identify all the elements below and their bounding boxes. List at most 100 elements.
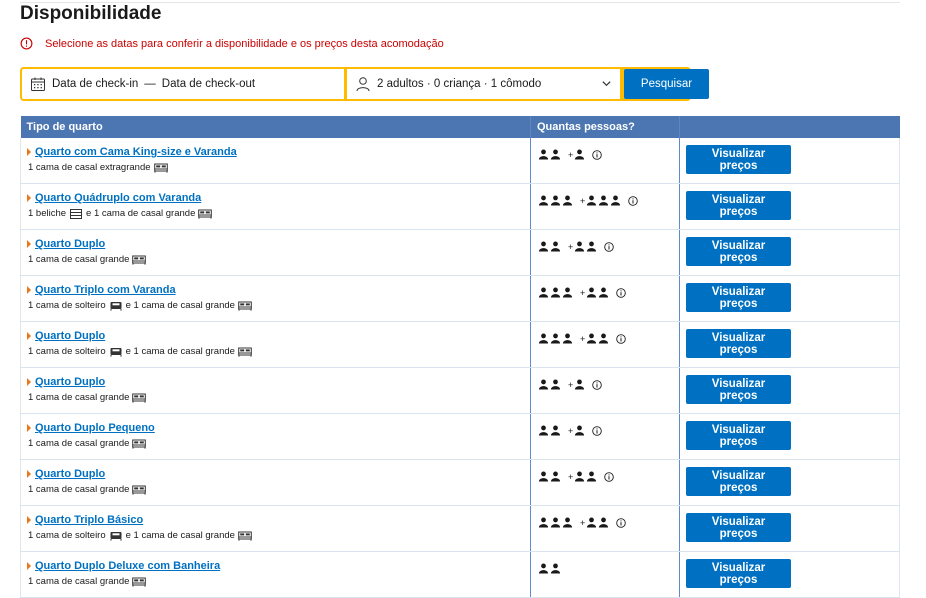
info-icon[interactable] bbox=[604, 471, 615, 482]
bed-description: 1 cama de casal extragrande bbox=[28, 162, 151, 173]
occupancy-cell: + bbox=[530, 505, 680, 552]
room-type-cell: Quarto Triplo com Varanda 1 cama de solte… bbox=[20, 275, 531, 322]
person-icon bbox=[550, 241, 561, 252]
alert-text: Selecione as datas para conferir a dispo… bbox=[45, 37, 444, 50]
action-cell: Visualizar preços bbox=[679, 551, 900, 598]
table-row: Quarto Triplo Básico 1 cama de solteiro e … bbox=[20, 505, 900, 552]
info-icon[interactable] bbox=[616, 517, 627, 528]
table-row: Quarto Triplo com Varanda 1 cama de solte… bbox=[20, 275, 900, 322]
person-icon bbox=[538, 241, 549, 252]
arrow-right-icon bbox=[27, 424, 31, 432]
action-cell: Visualizar preços bbox=[679, 321, 900, 368]
bed-description: 1 cama de casal grande bbox=[28, 254, 130, 265]
search-button[interactable]: Pesquisar bbox=[624, 69, 709, 99]
view-prices-button[interactable]: Visualizar preços bbox=[686, 513, 791, 542]
occupancy-cell: + bbox=[530, 459, 680, 506]
occupancy-cell: + bbox=[530, 138, 680, 184]
info-icon[interactable] bbox=[628, 195, 639, 206]
info-icon[interactable] bbox=[592, 425, 603, 436]
person-icon bbox=[562, 333, 573, 344]
checkout-field[interactable]: Data de check-out bbox=[162, 78, 255, 90]
occupancy: + bbox=[538, 517, 679, 528]
room-link[interactable]: Quarto Duplo Pequeno bbox=[35, 422, 155, 434]
view-prices-button[interactable]: Visualizar preços bbox=[686, 421, 791, 450]
room-link[interactable]: Quarto Duplo bbox=[35, 376, 105, 388]
bed-info: 1 cama de solteiro e 1 cama de casal gran… bbox=[28, 300, 530, 311]
table-row: Quarto Duplo 1 cama de casal grande + Visua… bbox=[20, 229, 900, 276]
view-prices-button[interactable]: Visualizar preços bbox=[686, 329, 791, 358]
single-bed-icon bbox=[110, 301, 122, 311]
info-icon[interactable] bbox=[592, 379, 603, 390]
view-prices-button[interactable]: Visualizar preços bbox=[686, 467, 791, 496]
action-cell: Visualizar preços bbox=[679, 459, 900, 506]
action-cell: Visualizar preços bbox=[679, 413, 900, 460]
person-icon bbox=[356, 77, 370, 92]
table-row: Quarto Duplo 1 cama de casal grande + Visua… bbox=[20, 459, 900, 506]
plus-sign: + bbox=[580, 517, 586, 528]
table-header: Tipo de quarto Quantas pessoas? bbox=[20, 116, 900, 138]
room-name: Quarto Quádruplo com Varanda bbox=[27, 192, 530, 204]
view-prices-button[interactable]: Visualizar preços bbox=[686, 237, 791, 266]
bed-description: 1 beliche bbox=[28, 208, 67, 219]
double-bed-icon bbox=[238, 347, 252, 357]
date-separator: — bbox=[144, 78, 156, 90]
view-prices-button[interactable]: Visualizar preços bbox=[686, 145, 791, 174]
plus-sign: + bbox=[568, 471, 574, 482]
room-type-cell: Quarto Duplo 1 cama de casal grande bbox=[20, 367, 531, 414]
bunk-bed-icon bbox=[70, 208, 83, 219]
plus-sign: + bbox=[580, 287, 586, 298]
arrow-right-icon bbox=[27, 240, 31, 248]
table-row: Quarto Duplo 1 cama de casal grande + Visua… bbox=[20, 367, 900, 414]
view-prices-button[interactable]: Visualizar preços bbox=[686, 375, 791, 404]
bed-info: 1 cama de casal grande bbox=[28, 254, 530, 265]
double-bed-icon bbox=[153, 163, 168, 173]
room-name: Quarto Duplo bbox=[27, 238, 530, 250]
view-prices-button[interactable]: Visualizar preços bbox=[686, 283, 791, 312]
date-picker[interactable]: Data de check-in — Data de check-out bbox=[22, 69, 344, 99]
room-link[interactable]: Quarto Duplo bbox=[35, 238, 105, 250]
occupancy: + bbox=[538, 195, 679, 206]
child-person-icon bbox=[587, 287, 597, 298]
room-name: Quarto Duplo Pequeno bbox=[27, 422, 530, 434]
bed-description: e 1 cama de casal grande bbox=[125, 346, 235, 357]
alert-icon bbox=[20, 37, 33, 50]
guests-selector[interactable]: 2 adultos · 0 criança · 1 cômodo bbox=[347, 69, 620, 99]
checkin-field[interactable]: Data de check-in bbox=[52, 78, 138, 90]
single-bed-icon bbox=[110, 347, 122, 357]
double-bed-icon bbox=[132, 485, 147, 495]
info-icon[interactable] bbox=[592, 149, 603, 160]
person-icon bbox=[550, 517, 561, 528]
table-row: Quarto Quádruplo com Varanda 1 beliche e 1… bbox=[20, 183, 900, 230]
view-prices-button[interactable]: Visualizar preços bbox=[686, 191, 791, 220]
action-cell: Visualizar preços bbox=[679, 229, 900, 276]
occupancy-cell: + bbox=[530, 229, 680, 276]
plus-sign: + bbox=[568, 425, 574, 436]
action-cell: Visualizar preços bbox=[679, 138, 900, 184]
child-person-icon bbox=[599, 517, 609, 528]
table-row: Quarto Duplo Pequeno 1 cama de casal gran… bbox=[20, 413, 900, 460]
room-link[interactable]: Quarto Triplo Básico bbox=[35, 514, 143, 526]
child-person-icon bbox=[575, 241, 585, 252]
occupancy: + bbox=[538, 425, 679, 436]
bed-info: 1 cama de solteiro e 1 cama de casal gran… bbox=[28, 346, 530, 357]
info-icon[interactable] bbox=[616, 333, 627, 344]
table-row: Quarto com Cama King-size e Varanda 1 cam… bbox=[20, 138, 900, 184]
room-link[interactable]: Quarto Duplo bbox=[35, 468, 105, 480]
info-icon[interactable] bbox=[604, 241, 615, 252]
room-link[interactable]: Quarto Triplo com Varanda bbox=[35, 284, 176, 296]
person-icon bbox=[562, 517, 573, 528]
search-bar: Data de check-in — Data de check-out 2 a… bbox=[20, 67, 709, 101]
info-icon[interactable] bbox=[616, 287, 627, 298]
action-cell: Visualizar preços bbox=[679, 183, 900, 230]
person-icon bbox=[562, 195, 573, 206]
child-person-icon bbox=[599, 333, 609, 344]
page-title: Disponibilidade bbox=[20, 3, 162, 24]
room-link[interactable]: Quarto com Cama King-size e Varanda bbox=[35, 146, 237, 158]
room-link[interactable]: Quarto Quádruplo com Varanda bbox=[35, 192, 201, 204]
view-prices-button[interactable]: Visualizar preços bbox=[686, 559, 791, 588]
room-link[interactable]: Quarto Duplo bbox=[35, 330, 105, 342]
room-type-cell: Quarto Quádruplo com Varanda 1 beliche e 1… bbox=[20, 183, 531, 230]
bed-description: 1 cama de solteiro bbox=[28, 346, 106, 357]
double-bed-icon bbox=[132, 439, 147, 449]
room-link[interactable]: Quarto Duplo Deluxe com Banheira bbox=[35, 560, 220, 572]
